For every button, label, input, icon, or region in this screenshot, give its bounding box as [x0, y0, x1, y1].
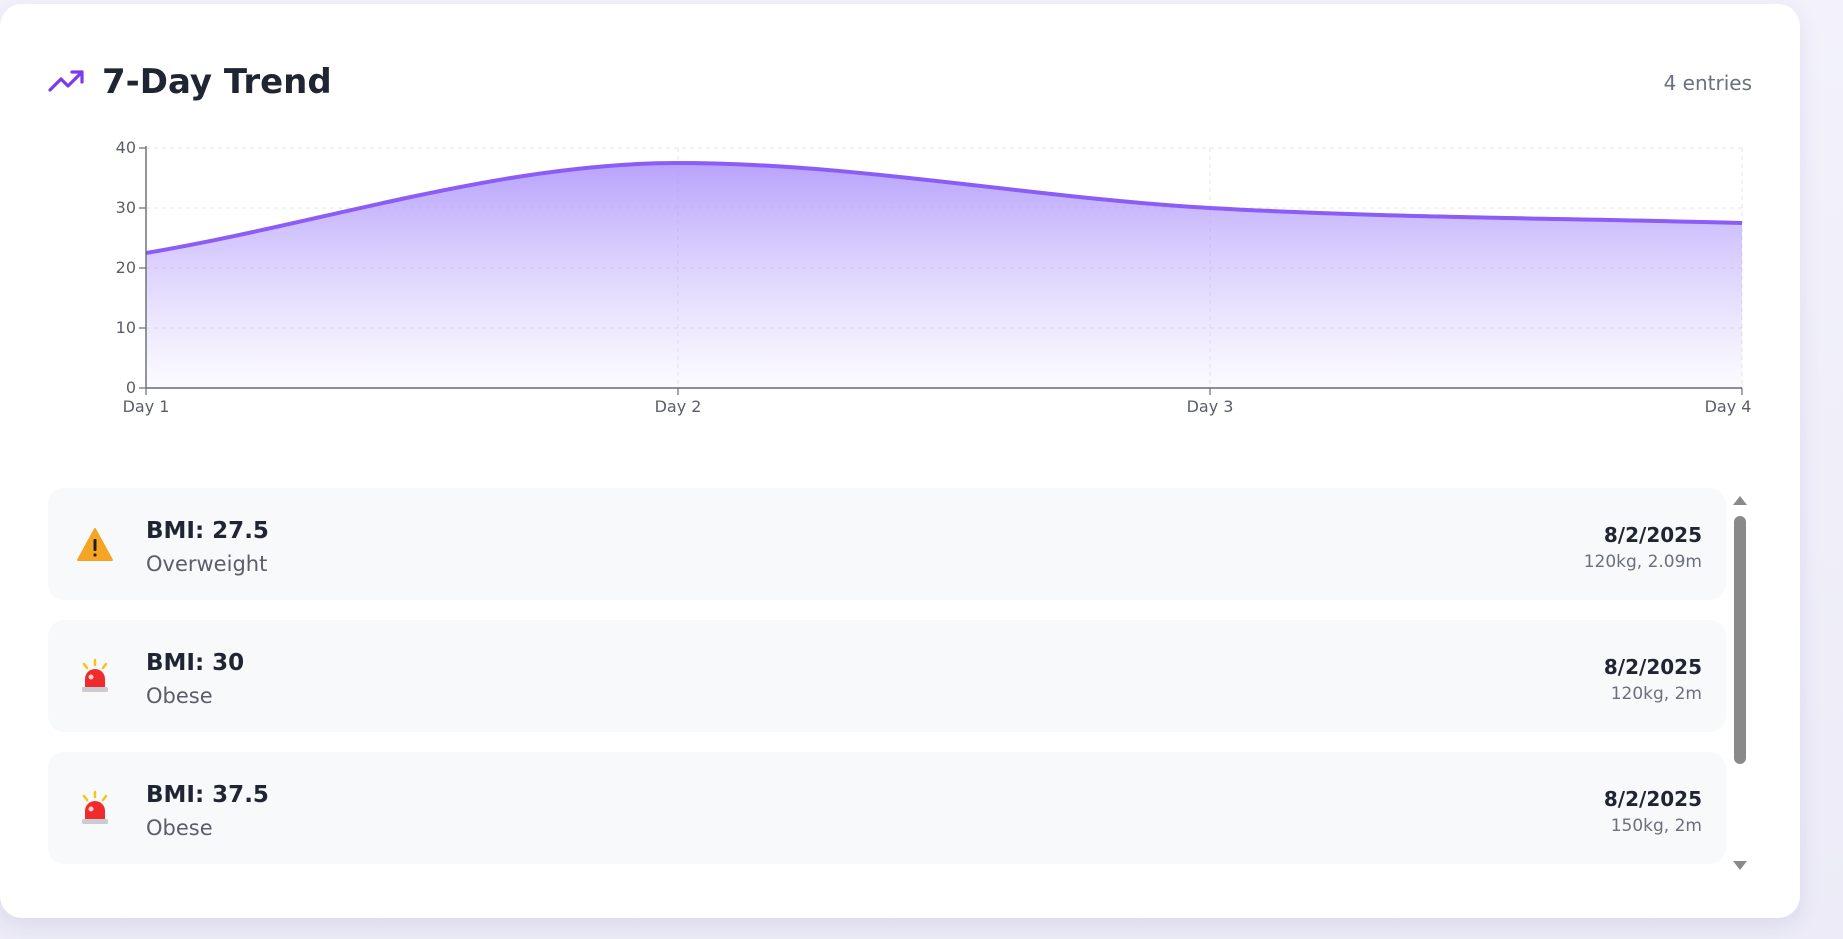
trend-chart: 0 10 20 30 40 Day 1 Day 2 Day 3 Day 4 — [116, 138, 1752, 416]
y-tick-label: 40 — [116, 138, 136, 157]
history-scrollbar[interactable] — [1732, 492, 1748, 872]
entry-details: 120kg, 2m — [1610, 684, 1702, 704]
bmi-category: Overweight — [146, 552, 268, 576]
history-item[interactable]: BMI: 37.5 Obese 8/2/2025 150kg, 2m — [48, 752, 1726, 864]
bmi-value: BMI: 37.5 — [146, 782, 269, 808]
entry-date: 8/2/2025 — [1603, 523, 1702, 547]
trend-card: 7-Day Trend 4 entries 0 10 20 30 40 Day 1 Day … — [0, 4, 1800, 918]
x-tick-label: Day 3 — [1187, 397, 1234, 416]
x-tick-label: Day 2 — [655, 397, 702, 416]
warning-icon — [77, 528, 113, 561]
y-tick-label: 10 — [116, 318, 136, 337]
y-tick-label: 30 — [116, 198, 136, 217]
history-item[interactable]: BMI: 27.5 Overweight 8/2/2025 120kg, 2.0… — [48, 488, 1726, 600]
y-tick-label: 0 — [126, 378, 136, 397]
entry-date: 8/2/2025 — [1603, 787, 1702, 811]
scroll-up-arrow-icon[interactable] — [1733, 496, 1747, 505]
bmi-category: Obese — [146, 684, 213, 708]
x-tick-label: Day 1 — [123, 397, 170, 416]
history-list[interactable]: BMI: 27.5 Overweight 8/2/2025 120kg, 2.0… — [48, 488, 1726, 868]
scroll-down-arrow-icon[interactable] — [1733, 861, 1747, 870]
entry-details: 120kg, 2.09m — [1583, 552, 1702, 572]
bmi-value: BMI: 27.5 — [146, 518, 269, 544]
bmi-value: BMI: 30 — [146, 650, 245, 676]
y-tick-label: 20 — [116, 258, 136, 277]
siren-icon — [82, 658, 108, 692]
trend-area — [146, 163, 1742, 388]
history-item[interactable]: BMI: 30 Obese 8/2/2025 120kg, 2m — [48, 620, 1726, 732]
bmi-category: Obese — [146, 816, 213, 840]
siren-icon — [82, 790, 108, 824]
entry-date: 8/2/2025 — [1603, 655, 1702, 679]
scroll-thumb[interactable] — [1734, 516, 1746, 764]
x-tick-label: Day 4 — [1705, 397, 1752, 416]
entry-details: 150kg, 2m — [1610, 816, 1702, 836]
